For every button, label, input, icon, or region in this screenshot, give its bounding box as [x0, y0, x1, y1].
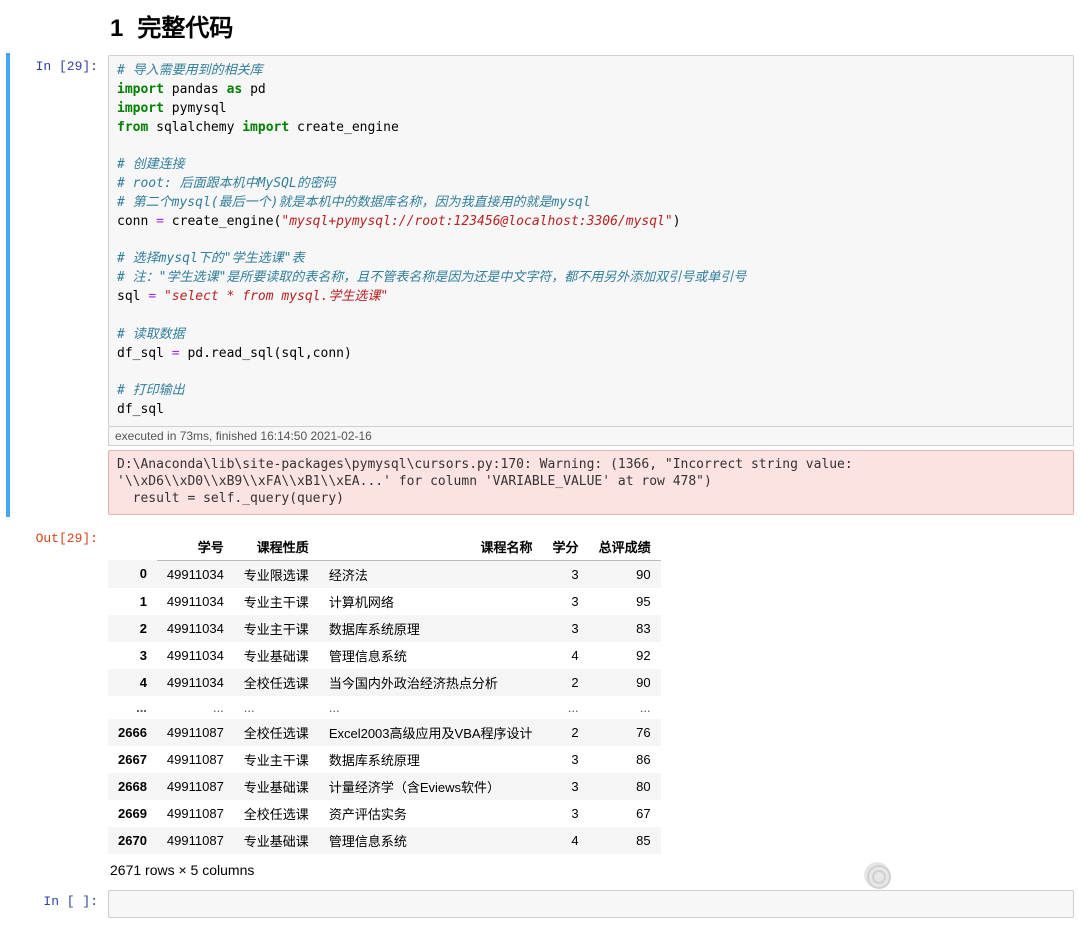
- table-row: 266849911087专业基础课计量经济学（含Eviews软件）380: [108, 773, 661, 800]
- input-prompt: In [29]:: [10, 55, 108, 515]
- warning-output: D:\Anaconda\lib\site-packages\pymysql\cu…: [108, 450, 1074, 515]
- table-row: 349911034专业基础课管理信息系统492: [108, 642, 661, 669]
- table-row: 266649911087全校任选课Excel2003高级应用及VBA程序设计27…: [108, 719, 661, 746]
- dataframe-output: 学号 课程性质 课程名称 学分 总评成绩 049911034专业限选课经济法39…: [108, 533, 1074, 878]
- watermark-text: 职场工作技能集锦: [900, 861, 1060, 890]
- execution-info: executed in 73ms, finished 16:14:50 2021…: [108, 427, 1074, 446]
- input-prompt-empty: In [ ]:: [10, 890, 108, 918]
- table-row: 249911034专业主干课数据库系统原理383: [108, 615, 661, 642]
- empty-code-cell: In [ ]:: [6, 888, 1074, 920]
- heading-number: 1: [110, 15, 123, 42]
- code-input[interactable]: # 导入需要用到的相关库 import pandas as pd import …: [108, 55, 1074, 427]
- dataframe-header-row: 学号 课程性质 课程名称 学分 总评成绩: [108, 533, 661, 561]
- heading-title: 完整代码: [137, 15, 233, 42]
- code-cell-29: In [29]: # 导入需要用到的相关库 import pandas as p…: [6, 53, 1074, 517]
- table-row: 266749911087专业主干课数据库系统原理386: [108, 746, 661, 773]
- output-cell-29: Out[29]: 学号 课程性质 课程名称 学分 总评成绩 049911034专…: [6, 525, 1074, 880]
- table-row: ..................: [108, 696, 661, 719]
- table-row: 449911034全校任选课当今国内外政治经济热点分析290: [108, 669, 661, 696]
- output-prompt: Out[29]:: [10, 527, 108, 878]
- section-heading: 1 完整代码: [0, 0, 1080, 53]
- table-row: 049911034专业限选课经济法390: [108, 560, 661, 588]
- table-row: 266949911087全校任选课资产评估实务367: [108, 800, 661, 827]
- watermark: 职场工作技能集锦: [864, 861, 1060, 890]
- wechat-icon: [864, 862, 890, 888]
- table-row: 149911034专业主干课计算机网络395: [108, 588, 661, 615]
- code-input-empty[interactable]: [108, 890, 1074, 918]
- table-row: 267049911087专业基础课管理信息系统485: [108, 827, 661, 854]
